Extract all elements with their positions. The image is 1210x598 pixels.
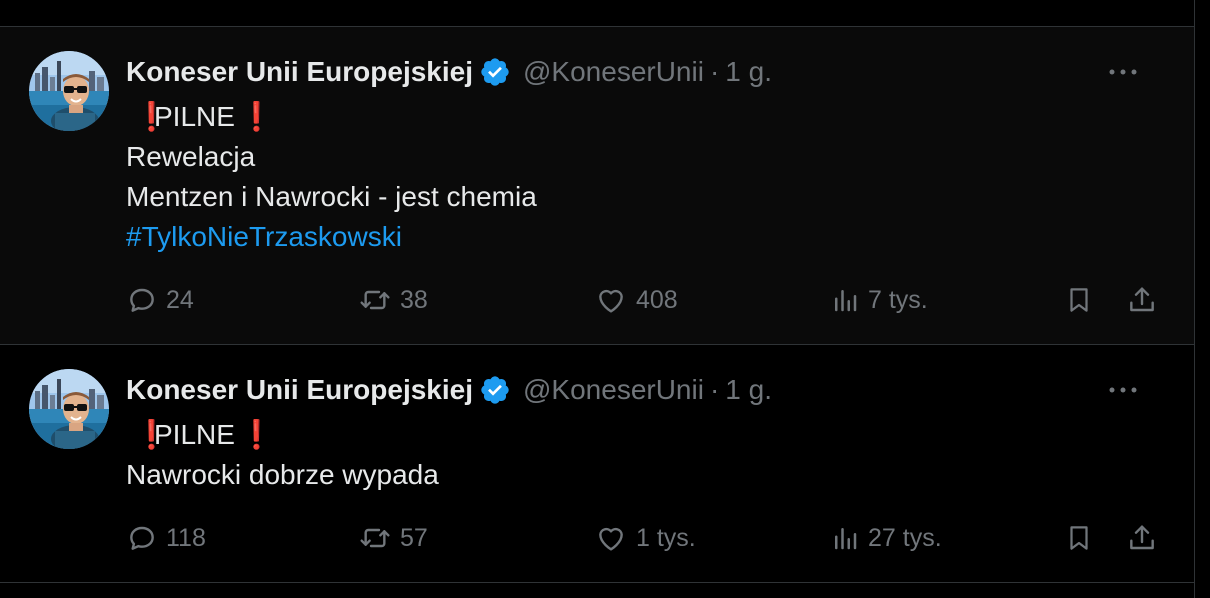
share-button[interactable]: [1126, 518, 1158, 558]
headline-line: ❗PILNE ❗: [126, 415, 439, 455]
separator: ·: [709, 56, 720, 87]
bookmark-icon: [1070, 526, 1088, 550]
avatar[interactable]: [29, 51, 109, 131]
text-line: Mentzen i Nawrocki - jest chemia: [126, 181, 537, 212]
author-name[interactable]: Koneser Unii Europejskiej: [126, 373, 473, 407]
action-bar: 24 38 408 7 tys.: [126, 280, 1158, 320]
reply-icon: [130, 526, 154, 550]
tweet-header: Koneser Unii Europejskiej @KoneserUnii ·…: [126, 373, 772, 407]
share-button[interactable]: [1126, 280, 1158, 320]
repost-count: 38: [400, 285, 428, 314]
timestamp[interactable]: 1 g.: [725, 373, 772, 407]
share-icon: [1130, 525, 1154, 550]
text-line: Nawrocki dobrze wypada: [126, 459, 439, 490]
share-icon: [1130, 287, 1154, 312]
author-handle[interactable]: @KoneserUnii: [523, 373, 704, 407]
repost-count: 57: [400, 523, 428, 552]
verified-badge-icon: [479, 56, 511, 88]
timeline: Koneser Unii Europejskiej @KoneserUnii ·…: [0, 0, 1195, 598]
like-count: 408: [636, 285, 678, 314]
more-options-icon[interactable]: [1106, 375, 1140, 405]
reply-count: 118: [166, 523, 206, 552]
like-count: 1 tys.: [636, 523, 696, 552]
like-button[interactable]: 408: [594, 280, 678, 320]
repost-button[interactable]: 57: [358, 518, 428, 558]
analytics-icon: [835, 290, 857, 312]
headline-line: ❗PILNE ❗: [126, 97, 537, 137]
like-button[interactable]: 1 tys.: [594, 518, 696, 558]
analytics-icon: [835, 528, 857, 550]
headline-text: PILNE: [154, 101, 235, 132]
reply-button[interactable]: 24: [126, 280, 194, 320]
repost-icon: [360, 290, 390, 310]
tweet[interactable]: Koneser Unii Europejskiej @KoneserUnii ·…: [0, 27, 1194, 345]
repost-button[interactable]: 38: [358, 280, 428, 320]
tweet[interactable]: Koneser Unii Europejskiej @KoneserUnii ·…: [0, 345, 1194, 583]
hashtag-link[interactable]: #TylkoNieTrzaskowski: [126, 217, 537, 257]
views-button[interactable]: 7 tys.: [830, 280, 928, 320]
reply-icon: [130, 288, 154, 312]
action-bar: 118 57 1 tys. 27 tys.: [126, 518, 1158, 558]
heart-icon: [599, 527, 623, 551]
reply-button[interactable]: 118: [126, 518, 206, 558]
separator: ·: [709, 374, 720, 405]
avatar[interactable]: [29, 369, 109, 449]
view-count: 27 tys.: [868, 523, 942, 552]
author-name[interactable]: Koneser Unii Europejskiej: [126, 55, 473, 89]
red-exclamation-icon: ❗: [134, 101, 169, 132]
red-exclamation-icon: ❗: [134, 419, 169, 450]
tweet-text: ❗PILNE ❗ Nawrocki dobrze wypada: [126, 415, 439, 495]
red-exclamation-icon: ❗: [238, 101, 274, 132]
verified-badge-icon: [479, 374, 511, 406]
more-options-icon[interactable]: [1106, 57, 1140, 87]
text-line: Rewelacja: [126, 141, 256, 172]
views-button[interactable]: 27 tys.: [830, 518, 942, 558]
author-handle[interactable]: @KoneserUnii: [523, 55, 704, 89]
bookmark-icon: [1070, 288, 1088, 312]
tweet-header: Koneser Unii Europejskiej @KoneserUnii ·…: [126, 55, 772, 89]
red-exclamation-icon: ❗: [238, 419, 274, 450]
timestamp[interactable]: 1 g.: [725, 55, 772, 89]
bookmark-button[interactable]: [1064, 280, 1094, 320]
view-count: 7 tys.: [868, 285, 928, 314]
headline-text: PILNE: [154, 419, 235, 450]
tweet-text: ❗PILNE ❗ Rewelacja Mentzen i Nawrocki - j…: [126, 97, 537, 257]
bookmark-button[interactable]: [1064, 518, 1094, 558]
reply-count: 24: [166, 285, 194, 314]
heart-icon: [599, 289, 623, 313]
repost-icon: [360, 528, 390, 548]
